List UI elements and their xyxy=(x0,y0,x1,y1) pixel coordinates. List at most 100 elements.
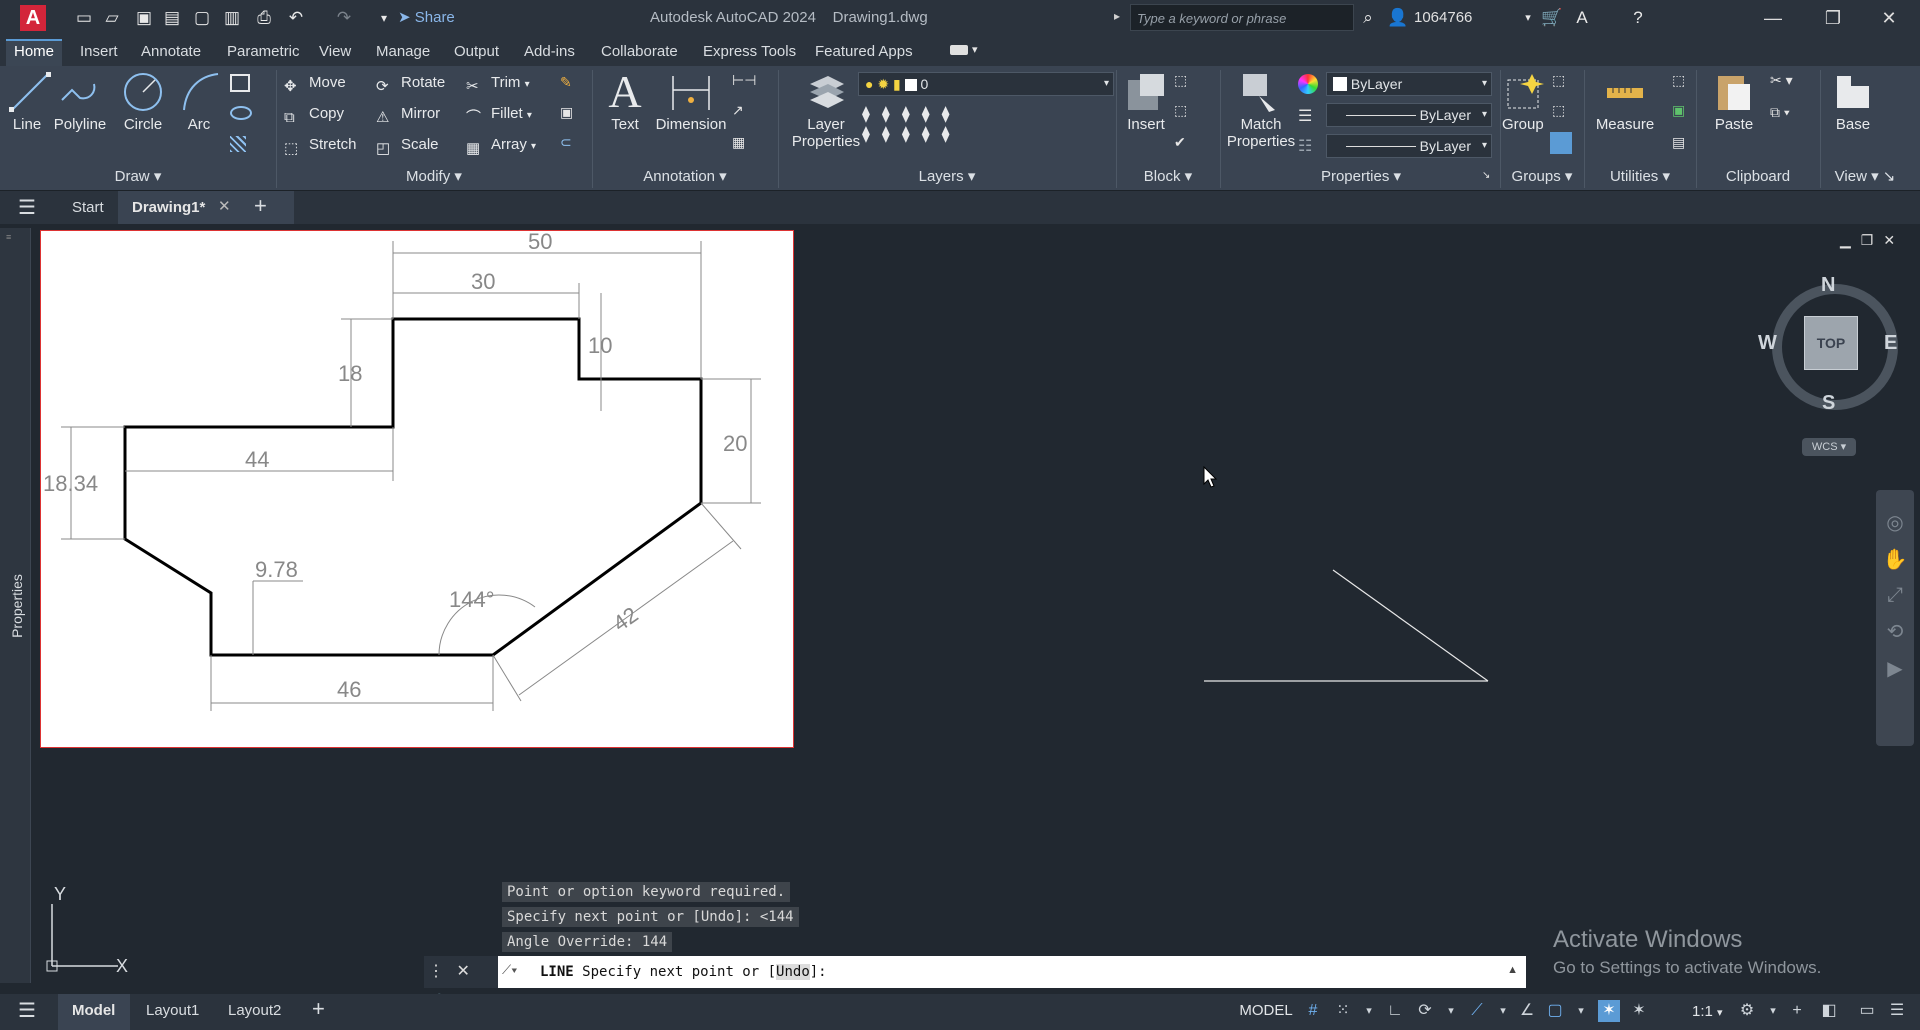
polar-tracking-icon[interactable]: ⟳ xyxy=(1414,1000,1436,1022)
zoom-extents-icon[interactable]: ⤢ xyxy=(1876,584,1914,607)
minimize-window-button[interactable]: — xyxy=(1750,4,1796,32)
print-icon[interactable]: ⎙ xyxy=(252,6,276,30)
workspace-dropdown-icon[interactable]: ▾ xyxy=(1762,1000,1784,1022)
grid-toggle-icon[interactable]: # xyxy=(1302,1000,1324,1022)
customization-menu-icon[interactable]: ☰ xyxy=(1886,1000,1908,1022)
save-icon[interactable]: ▣ xyxy=(132,6,156,30)
redo-icon[interactable]: ↷ xyxy=(332,6,356,30)
layer-properties-button[interactable]: Layer Properties xyxy=(790,70,862,150)
ellipse-icon[interactable] xyxy=(230,106,252,120)
rotate-button[interactable]: ⟳ Rotate xyxy=(376,70,445,96)
pan-icon[interactable]: ✋ xyxy=(1876,547,1914,572)
layer-tool-icons-row-1[interactable]: ⧫⧫⧫⧫⧫ xyxy=(862,106,962,123)
command-line-input[interactable]: ⟋▾ LINE Specify next point or [Undo]: ▲ xyxy=(498,956,1526,988)
viewport-close-icon[interactable]: ✕ xyxy=(1883,232,1905,248)
select-all-icon[interactable]: ▣ xyxy=(1672,102,1685,119)
restore-window-button[interactable]: ❐ xyxy=(1810,4,1856,32)
clean-screen-icon[interactable]: ▭ xyxy=(1856,1000,1878,1022)
autocad-logo-icon[interactable]: A xyxy=(8,3,50,33)
tab-output[interactable]: Output xyxy=(446,41,507,67)
group-button[interactable]: Group xyxy=(1502,70,1544,133)
tab-express-tools[interactable]: Express Tools xyxy=(695,41,804,67)
search-expand-icon[interactable]: ▸ xyxy=(1114,9,1120,23)
layer-dropdown[interactable]: ● ✹ ▮ 0 ▾ xyxy=(858,72,1114,96)
isodraft-dropdown-icon[interactable]: ▾ xyxy=(1492,1000,1514,1022)
compass-west[interactable]: W xyxy=(1758,332,1777,355)
help-icon[interactable]: ? xyxy=(1626,6,1650,30)
model-tab[interactable]: Model xyxy=(58,994,130,1030)
table-icon[interactable]: ▦ xyxy=(732,134,745,151)
close-tab-icon[interactable]: ✕ xyxy=(218,197,231,215)
lineweight-dropdown[interactable]: ByLayer ▾ xyxy=(1326,134,1492,158)
search-input[interactable]: Type a keyword or phrase xyxy=(1130,4,1354,31)
steering-wheel-icon[interactable]: ◎ xyxy=(1876,510,1914,535)
properties-palette-strip[interactable]: ≡ Properties xyxy=(0,228,31,983)
viewcube[interactable]: TOP N S E W xyxy=(1758,272,1898,414)
circle-button[interactable]: Circle xyxy=(118,70,168,133)
user-dropdown-icon[interactable]: ▾ xyxy=(1516,6,1540,30)
layout-menu-icon[interactable]: ☰ xyxy=(18,998,36,1023)
ribbon-display-toggle-icon[interactable] xyxy=(950,45,968,55)
search-icon[interactable]: ⌕ xyxy=(1356,6,1380,30)
utilities-panel-title[interactable]: Utilities ▾ xyxy=(1584,166,1696,188)
view-panel-title[interactable]: View ▾ ↘ xyxy=(1820,166,1910,188)
match-properties-button[interactable]: Match Properties xyxy=(1226,70,1296,150)
linear-dimension-icon[interactable]: ⊢⊣ xyxy=(732,72,756,89)
properties-palette-label[interactable]: Properties xyxy=(9,571,25,641)
hatch-icon[interactable] xyxy=(230,136,246,152)
layout1-tab[interactable]: Layout1 xyxy=(146,1002,199,1019)
new-layout-icon[interactable]: + xyxy=(312,996,325,1022)
reference-image[interactable]: 50 30 10 18 20 44 18.34 9.78 144° 42 46 xyxy=(40,230,794,748)
fillet-button[interactable]: ⌒ Fillet ▾ xyxy=(466,101,532,127)
tab-home[interactable]: Home xyxy=(6,39,63,67)
command-grip-icon[interactable]: ⋮ xyxy=(428,963,444,980)
properties-panel-title[interactable]: Properties ▾ xyxy=(1220,166,1502,188)
compass-north[interactable]: N xyxy=(1821,274,1835,297)
object-snap-icon[interactable]: ▢ xyxy=(1544,1000,1566,1022)
compass-south[interactable]: S xyxy=(1822,392,1835,415)
paste-button[interactable]: Paste xyxy=(1712,70,1756,133)
ungroup-icon[interactable]: ⬚ xyxy=(1552,72,1565,89)
command-option-undo[interactable]: Undo xyxy=(776,964,810,980)
layout2-tab[interactable]: Layout2 xyxy=(228,1002,281,1019)
orbit-icon[interactable]: ⟲ xyxy=(1876,619,1914,644)
save-web-icon[interactable]: ▥ xyxy=(220,6,244,30)
calculator-icon[interactable]: ▤ xyxy=(1672,134,1685,151)
open-web-icon[interactable]: ▢ xyxy=(190,6,214,30)
linetype-icon[interactable]: ☷ xyxy=(1298,136,1312,156)
move-button[interactable]: ✥ Move xyxy=(284,70,346,96)
command-history-toggle-icon[interactable]: ▲ xyxy=(1507,964,1518,976)
text-button[interactable]: A Text xyxy=(600,69,650,134)
mirror-button[interactable]: ⚠ Mirror xyxy=(376,101,440,127)
isolate-objects-icon[interactable]: ◧ xyxy=(1818,1000,1840,1022)
create-block-icon[interactable]: ⬚ xyxy=(1174,72,1187,89)
tab-collaborate[interactable]: Collaborate xyxy=(593,41,686,67)
layer-tools[interactable]: ⧫⧫⧫⧫⧫ ⧫⧫⧫⧫⧫ xyxy=(862,104,1012,164)
trim-dropdown-icon[interactable]: ▾ xyxy=(525,79,530,90)
polyline-button[interactable]: Polyline xyxy=(52,70,108,133)
annotation-monitor-icon[interactable]: + xyxy=(1786,1000,1808,1022)
annotation-scale[interactable]: 1:1 ▾ xyxy=(1692,1003,1723,1020)
new-tab-icon[interactable]: + xyxy=(254,193,267,219)
cart-icon[interactable]: 🛒 xyxy=(1540,6,1564,30)
wcs-menu[interactable]: WCS ▾ xyxy=(1802,438,1856,456)
base-view-button[interactable]: Base xyxy=(1828,70,1878,133)
compass-east[interactable]: E xyxy=(1884,332,1897,355)
offset-icon[interactable]: ⊂ xyxy=(560,134,572,151)
color-dropdown[interactable]: ByLayer ▾ xyxy=(1326,72,1492,96)
fillet-dropdown-icon[interactable]: ▾ xyxy=(527,110,532,121)
polar-dropdown-icon[interactable]: ▾ xyxy=(1440,1000,1462,1022)
share-button[interactable]: ➤ Share xyxy=(398,8,455,26)
copy-clip-icon[interactable]: ⧉ ▾ xyxy=(1770,104,1790,121)
command-close-icon[interactable]: ✕ xyxy=(456,963,469,980)
start-tab[interactable]: Start xyxy=(72,199,104,216)
user-icon[interactable]: 👤 xyxy=(1386,6,1410,30)
snap-dropdown-icon[interactable]: ▾ xyxy=(1358,1000,1380,1022)
copy-button[interactable]: ⧉ Copy xyxy=(284,101,344,127)
rectangle-icon[interactable] xyxy=(230,74,250,92)
quick-select-icon[interactable]: ⬚ xyxy=(1672,72,1685,89)
group-edit-icon[interactable]: ⬚ xyxy=(1552,102,1565,119)
tab-featured-apps[interactable]: Featured Apps xyxy=(807,41,921,67)
ribbon-display-dropdown-icon[interactable]: ▾ xyxy=(972,43,978,56)
array-dropdown-icon[interactable]: ▾ xyxy=(531,141,536,152)
